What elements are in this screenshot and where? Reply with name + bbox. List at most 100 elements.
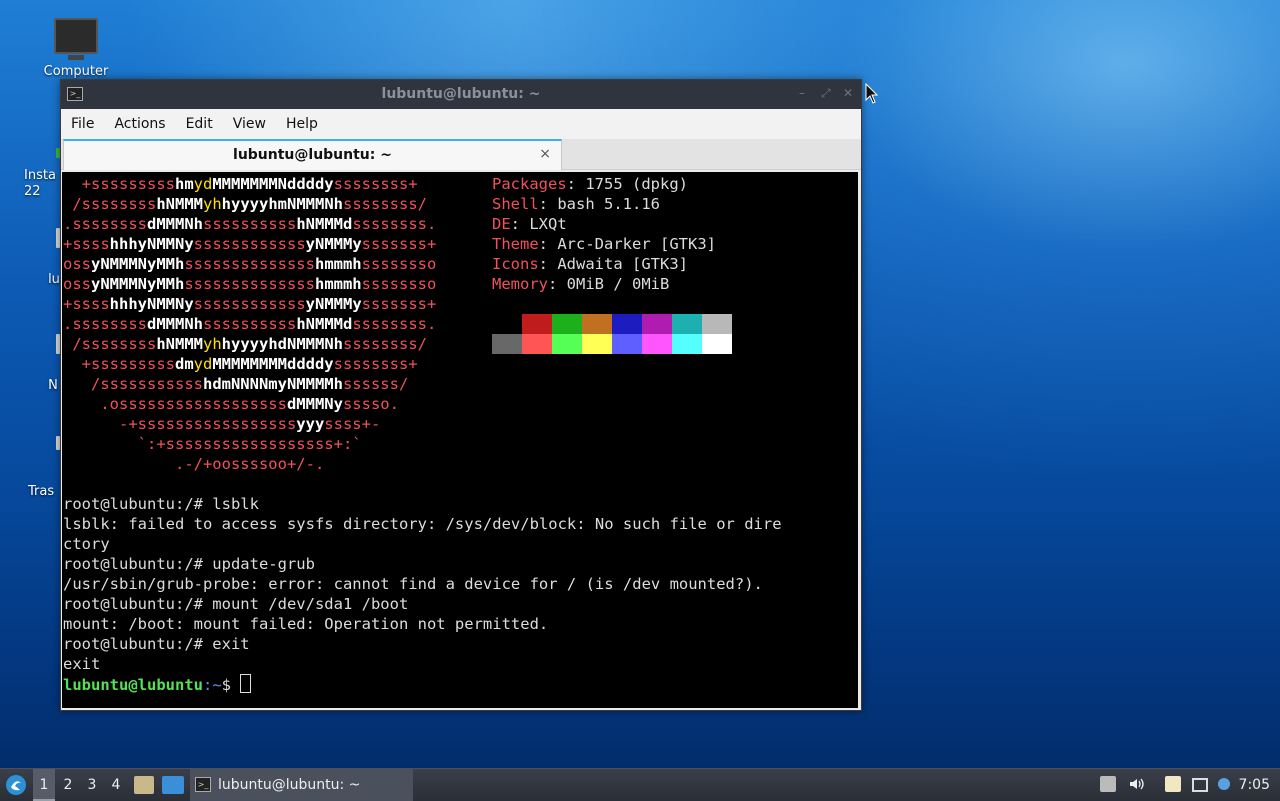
clock[interactable]: 7:05 (1239, 769, 1270, 801)
terminal-icon: >_ (195, 777, 211, 792)
logo-line: .ssssssssdMMMNhsssssssssshNMMMdssssssss. (63, 315, 437, 333)
output-line: mount: /boot: mount failed: Operation no… (63, 615, 549, 633)
info-key: Packages (492, 175, 567, 193)
show-desktop-icon[interactable] (162, 776, 184, 794)
output-line: root@lubuntu:/# lsblk (63, 495, 259, 513)
tab-terminal[interactable]: lubuntu@lubuntu: ~ × (63, 139, 562, 170)
output-lines: root@lubuntu:/# lsblk lsblk: failed to a… (63, 494, 782, 674)
taskbar: 1 2 3 4 >_ lubuntu@lubuntu: ~ 7:05 (0, 768, 1280, 801)
logo-line: /sssssssshNMMMyhhyyyyhdNMMMNhssssssss/ (63, 335, 427, 353)
desktop-icon-label: Tras (28, 484, 55, 499)
info-row: Memory: 0MiB / 0MiB (492, 275, 670, 293)
info-value: 1755 (dpkg) (585, 175, 688, 193)
prompt-symbol: $ (221, 676, 241, 694)
workspace-2[interactable]: 2 (57, 769, 79, 801)
ascii-logo: +ssssssssshmydMMMMMMMNddddyssssssss+ /ss… (63, 174, 436, 474)
desktop-icon-label: lu (48, 272, 60, 287)
info-row: Icons: Adwaita [GTK3] (492, 255, 688, 273)
mouse-pointer-icon (865, 83, 879, 104)
color-swatch (672, 314, 702, 334)
text-cursor (240, 674, 252, 693)
window-titlebar[interactable]: >_ lubuntu@lubuntu: ~ – ⤢ ✕ (61, 80, 861, 109)
logo-line: .-/+oossssoo+/-. (63, 455, 325, 473)
info-value: LXQt (529, 215, 567, 233)
logo-line: `:+ssssssssssssssssss+:` (63, 435, 362, 453)
color-swatch (492, 334, 522, 354)
maximize-icon[interactable]: ⤢ (821, 86, 831, 101)
window-title: lubuntu@lubuntu: ~ (381, 86, 541, 102)
color-swatch (702, 314, 732, 334)
workspace-4[interactable]: 4 (105, 769, 127, 801)
menu-view[interactable]: View (223, 109, 276, 132)
tab-bar: lubuntu@lubuntu: ~ × (61, 139, 861, 170)
tab-close-icon[interactable]: × (539, 146, 551, 162)
logo-line: +ssssssssshmydMMMMMMMNddddyssssssss+ (63, 175, 418, 193)
prompt-path: :~ (202, 676, 222, 694)
menu-help[interactable]: Help (276, 109, 328, 132)
info-value: Adwaita [GTK3] (557, 255, 688, 273)
logo-line: /ssssssssssshdmNNNNmyNMMMMhssssss/ (63, 375, 409, 393)
desktop-icon-label: Insta 22 (24, 168, 56, 199)
desktop-icon-install[interactable]: Insta 22 (18, 148, 60, 200)
logo-line: +sssshhhyNMMNyssssssssssssyNMMMysssssss+ (63, 295, 437, 313)
update-notifier-icon[interactable] (1100, 776, 1116, 792)
menu-edit[interactable]: Edit (176, 109, 223, 132)
start-menu-icon[interactable] (5, 774, 27, 796)
color-palette (492, 314, 732, 354)
taskbar-task-terminal[interactable]: >_ lubuntu@lubuntu: ~ (190, 769, 413, 801)
minimize-icon[interactable]: – (799, 86, 805, 100)
close-icon[interactable]: ✕ (843, 86, 853, 100)
notification-icon[interactable] (1218, 778, 1230, 790)
desktop-icon-home[interactable]: lu (38, 228, 60, 287)
info-key: Memory (492, 275, 548, 293)
logo-line: ossyNMMMNyMMhsssssssssssssshmmmhssssssso (63, 255, 437, 273)
output-line: root@lubuntu:/# mount /dev/sda1 /boot (63, 595, 409, 613)
menu-bar: File Actions Edit View Help (61, 109, 861, 139)
palette-row-bright (492, 334, 732, 354)
color-swatch (582, 314, 612, 334)
logo-line: .ssssssssdMMMNhsssssssssshNMMMdssssssss. (63, 215, 437, 233)
system-info: Packages: 1755 (dpkg) Shell: bash 5.1.16 D… (492, 174, 716, 294)
color-swatch (702, 334, 732, 354)
desktop-icon-computer[interactable]: Computer (38, 18, 114, 79)
file-manager-icon[interactable] (134, 776, 154, 794)
info-row: Theme: Arc-Darker [GTK3] (492, 235, 716, 253)
terminal-window[interactable]: >_ lubuntu@lubuntu: ~ – ⤢ ✕ File Actions E… (60, 79, 862, 711)
menu-file[interactable]: File (61, 109, 104, 132)
logo-line: +sssssssssdmydMMMMMMMMddddyssssssss+ (63, 355, 418, 373)
color-swatch (612, 334, 642, 354)
color-swatch (552, 334, 582, 354)
info-key: Theme (492, 235, 539, 253)
output-line: /usr/sbin/grub-probe: error: cannot find… (63, 575, 763, 593)
network-icon[interactable] (1192, 778, 1208, 792)
desktop-icon-network[interactable]: N (38, 334, 60, 393)
logo-line: .ossssssssssssssssssdMMMNysssso. (63, 395, 399, 413)
logo-line: /sssssssshNMMMyhhyyyyhmNMMMNhssssssss/ (63, 195, 427, 213)
output-line: exit (63, 655, 101, 673)
desktop-icon-trash[interactable]: Tras (24, 436, 60, 499)
desktop-icon-label: Computer (43, 64, 109, 79)
menu-actions[interactable]: Actions (104, 109, 175, 132)
output-line: ctory (63, 535, 110, 553)
volume-icon[interactable] (1128, 776, 1144, 792)
color-swatch (492, 314, 522, 334)
output-line: lsblk: failed to access sysfs directory:… (63, 515, 782, 533)
info-row: DE: LXQt (492, 215, 567, 233)
color-swatch (612, 314, 642, 334)
workspace-3[interactable]: 3 (81, 769, 103, 801)
clipboard-icon[interactable] (1165, 776, 1181, 792)
output-line: root@lubuntu:/# exit (63, 635, 250, 653)
color-swatch (642, 314, 672, 334)
color-swatch (672, 334, 702, 354)
terminal-output[interactable]: +ssssssssshmydMMMMMMMNddddyssssssss+ /ss… (62, 172, 858, 708)
info-row: Shell: bash 5.1.16 (492, 195, 660, 213)
logo-line: +sssshhhyNMMNyssssssssssssyNMMMysssssss+ (63, 235, 437, 253)
desktop-icon-label: N (48, 378, 58, 393)
logo-line: -+sssssssssssssssssyyyssss+- (63, 415, 381, 433)
workspace-1[interactable]: 1 (33, 769, 55, 801)
prompt-user: lubuntu@lubuntu (63, 676, 203, 694)
color-swatch (522, 314, 552, 334)
task-label: lubuntu@lubuntu: ~ (218, 777, 361, 793)
info-key: Icons (492, 255, 539, 273)
shell-prompt: lubuntu@lubuntu:~$ (63, 674, 782, 695)
